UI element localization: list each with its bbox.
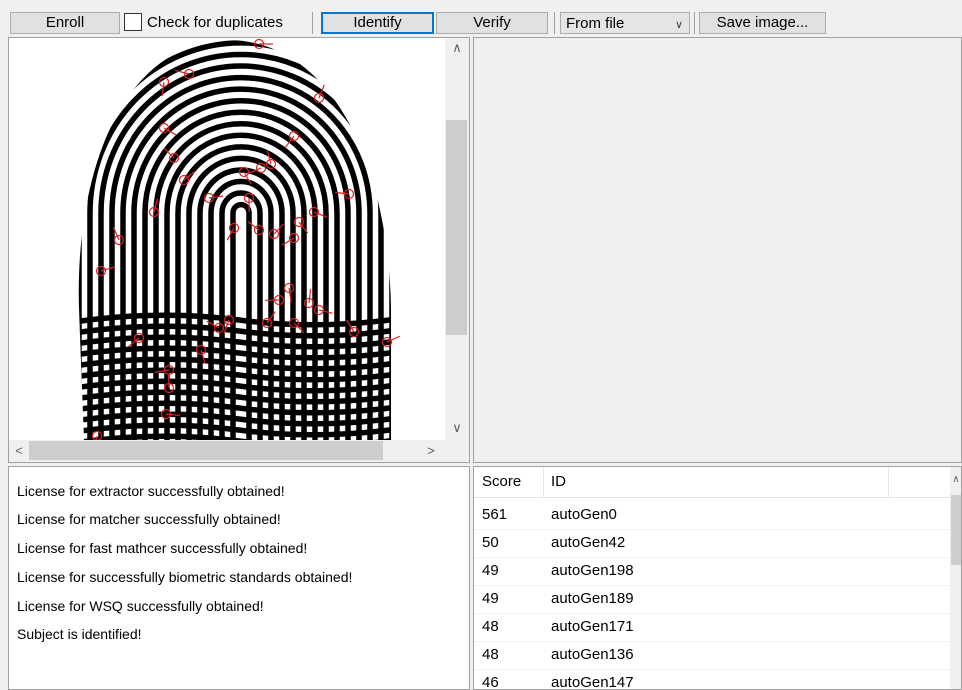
results-vertical-scrollbar[interactable]: ∧ (948, 467, 961, 689)
enroll-button[interactable]: Enroll (10, 12, 120, 34)
results-header: Score ID (474, 467, 961, 498)
log-line: License for extractor successfully obtai… (17, 483, 285, 499)
source-select[interactable]: From file ∨ (560, 12, 690, 34)
id-cell: autoGen171 (551, 618, 634, 635)
column-separator[interactable] (888, 467, 889, 497)
scroll-up-icon[interactable]: ∧ (948, 473, 961, 487)
id-cell: autoGen189 (551, 590, 634, 607)
table-row[interactable]: 48 autoGen136 (474, 641, 950, 670)
results-list[interactable]: Score ID 561 autoGen0 50 autoGen42 49 au… (473, 466, 962, 690)
table-row[interactable]: 561 autoGen0 (474, 501, 950, 530)
toolbar-separator (694, 12, 695, 34)
save-image-button[interactable]: Save image... (699, 12, 826, 34)
scroll-right-icon[interactable]: > (423, 444, 439, 458)
verify-button[interactable]: Verify (436, 12, 548, 34)
id-cell: autoGen42 (551, 534, 626, 551)
score-cell: 50 (482, 534, 499, 551)
table-row[interactable]: 48 autoGen171 (474, 613, 950, 642)
fingerprint-horizontal-scrollbar[interactable]: < > (9, 440, 445, 462)
scroll-up-icon[interactable]: ∧ (449, 41, 465, 55)
scrollbar-corner (445, 440, 469, 462)
table-row[interactable]: 50 autoGen42 (474, 529, 950, 558)
table-row[interactable]: 49 autoGen189 (474, 585, 950, 614)
column-header-score[interactable]: Score (482, 467, 521, 497)
score-cell: 49 (482, 590, 499, 607)
score-cell: 46 (482, 674, 499, 690)
log-panel: License for extractor successfully obtai… (8, 466, 470, 690)
toolbar-separator (312, 12, 313, 34)
identify-button[interactable]: Identify (321, 12, 434, 34)
scroll-down-icon[interactable]: ∨ (449, 421, 465, 435)
vertical-scroll-thumb[interactable] (446, 120, 467, 335)
matched-image-view (473, 37, 962, 463)
scroll-left-icon[interactable]: < (11, 444, 27, 458)
chevron-down-icon: ∨ (674, 19, 683, 31)
column-separator[interactable] (543, 467, 544, 497)
check-duplicates-label: Check for duplicates (147, 14, 283, 31)
vertical-scroll-thumb[interactable] (951, 495, 961, 565)
id-cell: autoGen136 (551, 646, 634, 663)
source-select-value: From file (566, 15, 625, 32)
log-line: License for fast mathcer successfully ob… (17, 540, 308, 556)
score-cell: 49 (482, 562, 499, 579)
toolbar-separator (554, 12, 555, 34)
check-duplicates-checkbox[interactable] (124, 13, 142, 31)
score-cell: 48 (482, 646, 499, 663)
id-cell: autoGen147 (551, 674, 634, 690)
id-cell: autoGen198 (551, 562, 634, 579)
id-cell: autoGen0 (551, 506, 617, 523)
table-row[interactable]: 46 autoGen147 (474, 669, 950, 690)
log-line: Subject is identified! (17, 626, 142, 642)
score-cell: 561 (482, 506, 508, 523)
fingerprint-view: ∧ ∨ < > (8, 37, 470, 463)
column-header-id[interactable]: ID (551, 467, 566, 497)
fingerprint-image (78, 38, 401, 440)
horizontal-scroll-thumb[interactable] (29, 441, 383, 460)
table-row[interactable]: 49 autoGen198 (474, 557, 950, 586)
log-line: License for successfully biometric stand… (17, 569, 353, 585)
log-line: License for matcher successfully obtaine… (17, 511, 281, 527)
log-line: License for WSQ successfully obtained! (17, 598, 264, 614)
score-cell: 48 (482, 618, 499, 635)
fingerprint-vertical-scrollbar[interactable]: ∧ ∨ (445, 38, 469, 440)
